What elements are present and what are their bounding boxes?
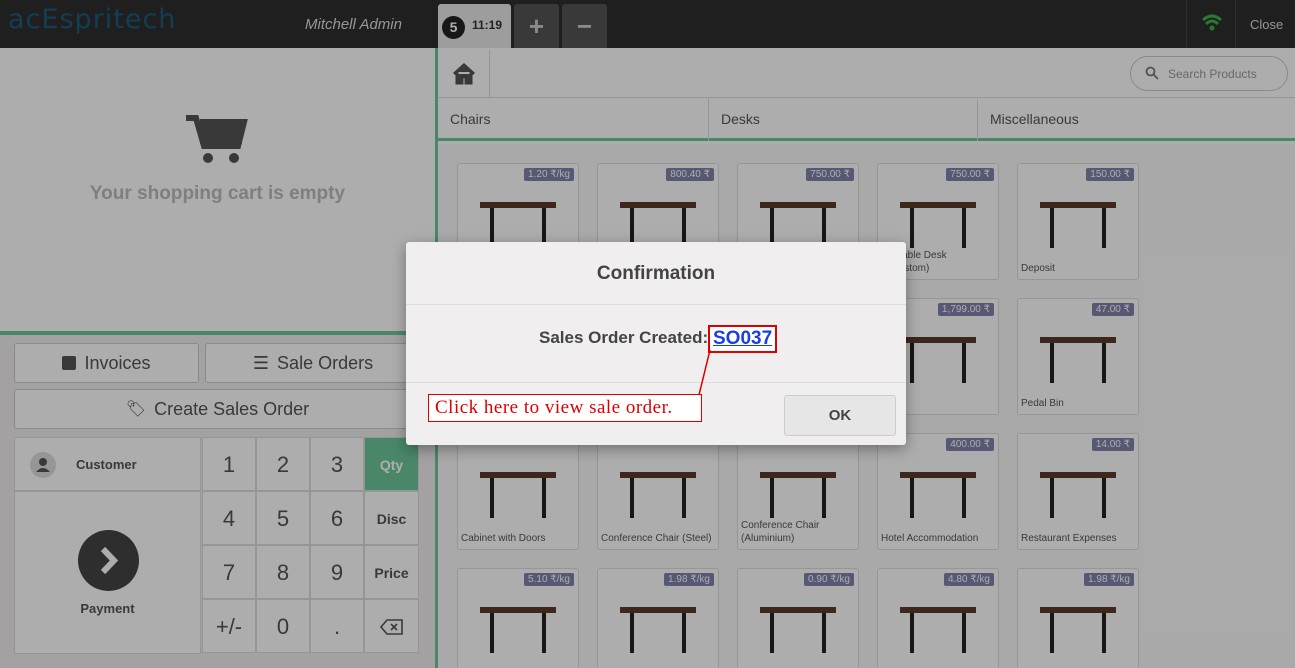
annotation-callout: Click here to view sale order. <box>428 394 702 422</box>
ok-button[interactable]: OK <box>784 395 896 436</box>
sale-order-link[interactable]: SO037 <box>708 325 778 353</box>
dialog-body: Sales Order Created: SO037 <box>406 305 906 383</box>
dialog-title: Confirmation <box>406 242 906 305</box>
dialog-message: Sales Order Created: <box>539 328 709 347</box>
